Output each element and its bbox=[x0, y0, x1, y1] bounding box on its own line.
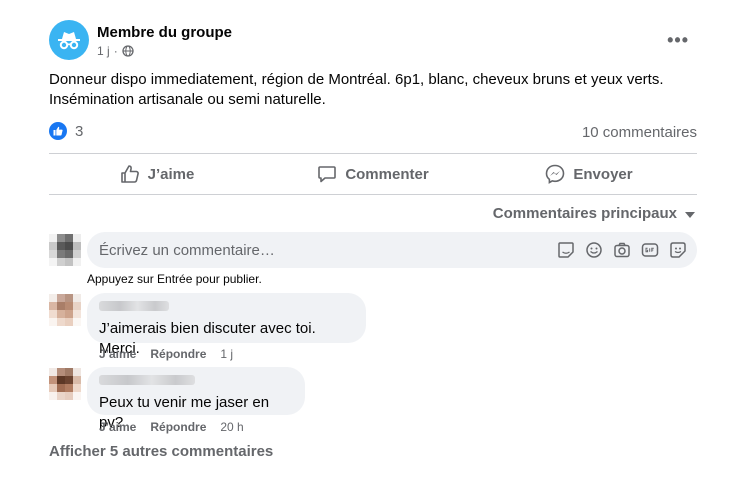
commenter-name-redacted[interactable] bbox=[99, 301, 169, 311]
divider bbox=[49, 194, 697, 195]
caret-down-icon bbox=[685, 211, 695, 218]
comment-like-button[interactable]: J’aime bbox=[99, 420, 136, 434]
comment-reply-button[interactable]: Répondre bbox=[150, 420, 206, 434]
send-button[interactable]: Envoyer bbox=[481, 154, 697, 194]
sort-label: Commentaires principaux bbox=[492, 205, 677, 222]
globe-icon bbox=[122, 45, 134, 57]
post-author[interactable]: Membre du groupe bbox=[97, 23, 232, 43]
reaction-count: 3 bbox=[75, 122, 84, 140]
comment-sort-dropdown[interactable]: Commentaires principaux bbox=[493, 205, 695, 222]
like-reaction-icon bbox=[49, 122, 67, 140]
comment-bubble: J’aimerais bien discuter avec toi. Merci… bbox=[87, 293, 366, 357]
group-member-avatar[interactable] bbox=[49, 20, 89, 60]
composer-hint: Appuyez sur Entrée pour publier. bbox=[87, 272, 262, 286]
reaction-summary[interactable]: 3 bbox=[49, 122, 83, 140]
post-text-line: Donneur dispo immediatement, région de M… bbox=[49, 71, 664, 88]
commenter-name-redacted[interactable] bbox=[99, 375, 195, 385]
gif-icon[interactable] bbox=[641, 241, 659, 259]
camera-icon[interactable] bbox=[613, 241, 631, 259]
post-body: Donneur dispo immediatement, région de M… bbox=[49, 70, 699, 110]
post-time[interactable]: 1 j bbox=[97, 44, 110, 58]
post-header: Membre du groupe 1 j · bbox=[49, 20, 232, 60]
comments-count[interactable]: 10 commentaires bbox=[582, 124, 697, 141]
comment-icon bbox=[318, 166, 337, 183]
like-icon bbox=[120, 165, 139, 183]
more-icon[interactable]: ••• bbox=[667, 30, 689, 51]
commenter-avatar[interactable] bbox=[49, 294, 81, 326]
comment-actions: J’aime Répondre 20 h bbox=[99, 420, 244, 434]
current-user-avatar[interactable] bbox=[49, 234, 81, 266]
comment-button[interactable]: Commenter bbox=[265, 154, 481, 194]
post-action-bar: J’aime Commenter Envoyer bbox=[49, 154, 697, 194]
show-more-comments-link[interactable]: Afficher 5 autres commentaires bbox=[49, 443, 273, 460]
comment-time[interactable]: 1 j bbox=[220, 347, 233, 361]
avatar-sticker-icon[interactable] bbox=[669, 241, 687, 259]
comment-button-label: Commenter bbox=[345, 165, 429, 183]
commenter-avatar[interactable] bbox=[49, 368, 81, 400]
post-text-line: Insémination artisanale ou semi naturell… bbox=[49, 91, 326, 108]
like-button-label: J’aime bbox=[147, 165, 195, 183]
comment-bubble: Peux tu venir me jaser en pv? bbox=[87, 367, 305, 431]
emoji-icon[interactable] bbox=[585, 241, 603, 259]
send-button-label: Envoyer bbox=[573, 165, 633, 183]
comment-time[interactable]: 20 h bbox=[220, 420, 243, 434]
sticker-icon[interactable] bbox=[557, 241, 575, 259]
comment-actions: J’aime Répondre 1 j bbox=[99, 347, 233, 361]
messenger-icon bbox=[546, 164, 565, 184]
comment-input[interactable]: Écrivez un commentaire… bbox=[87, 232, 697, 268]
comment-reply-button[interactable]: Répondre bbox=[150, 347, 206, 361]
incognito-icon bbox=[58, 32, 80, 50]
like-button[interactable]: J’aime bbox=[49, 154, 265, 194]
comment-input-placeholder: Écrivez un commentaire… bbox=[99, 241, 275, 259]
comment-like-button[interactable]: J’aime bbox=[99, 347, 136, 361]
